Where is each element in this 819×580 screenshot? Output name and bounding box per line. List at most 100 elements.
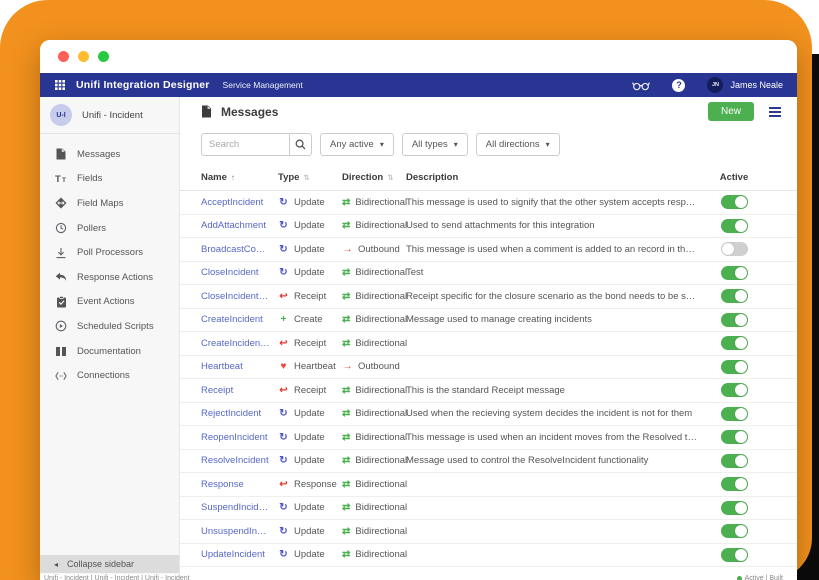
sidebar-item-label: Scheduled Scripts	[77, 321, 154, 332]
message-name-link[interactable]: CloseIncident	[201, 267, 274, 278]
active-toggle[interactable]	[721, 360, 748, 374]
active-toggle[interactable]	[721, 266, 748, 280]
table-row[interactable]: CloseIncidentReceipt ↩Receipt ⇄Bidirecti…	[180, 285, 797, 309]
sync-icon: ↻	[278, 549, 289, 560]
active-toggle[interactable]	[721, 430, 748, 444]
message-name-link[interactable]: CreateIncidentReceipt	[201, 338, 274, 349]
active-toggle[interactable]	[721, 219, 748, 233]
active-toggle[interactable]	[721, 336, 748, 350]
maximize-window-button[interactable]	[98, 51, 109, 62]
help-icon[interactable]: ?	[672, 79, 685, 92]
filter-bar: Any active▾ All types▾ All directions▾	[180, 125, 797, 164]
app-window: Unifi Integration Designer Service Manag…	[40, 40, 797, 580]
spectacles-icon[interactable]	[632, 80, 650, 91]
table-row[interactable]: Receipt ↩Receipt ⇄Bidirectional This is …	[180, 379, 797, 403]
message-name-link[interactable]: AcceptIncident	[201, 197, 274, 208]
messages-document-icon	[201, 105, 212, 118]
active-filter-dropdown[interactable]: Any active▾	[320, 133, 394, 156]
table-row[interactable]: AddAttachment ↻Update ⇄Bidirectional Use…	[180, 215, 797, 239]
table-row[interactable]: Response ↩Response ⇄Bidirectional	[180, 473, 797, 497]
hamburger-menu-icon[interactable]	[767, 105, 783, 119]
message-name-link[interactable]: CloseIncidentReceipt	[201, 291, 274, 302]
active-status-dot	[737, 576, 742, 580]
close-window-button[interactable]	[58, 51, 69, 62]
active-toggle[interactable]	[721, 477, 748, 491]
sidebar-item-fields[interactable]: TT Fields	[40, 167, 179, 192]
description-cell: This message is used to signify that the…	[406, 197, 707, 208]
service-management-tab[interactable]: Service Management	[223, 80, 303, 90]
table-row[interactable]: ReopenIncident ↻Update ⇄Bidirectional Th…	[180, 426, 797, 450]
message-name-link[interactable]: Response	[201, 479, 274, 490]
message-name-link[interactable]: CreateIncident	[201, 314, 274, 325]
search-button[interactable]	[289, 133, 312, 156]
sidebar-item-response-actions[interactable]: Response Actions	[40, 265, 179, 290]
sidebar-item-poll-processors[interactable]: Poll Processors	[40, 240, 179, 265]
message-name-link[interactable]: Heartbeat	[201, 361, 274, 372]
message-name-link[interactable]: Receipt	[201, 385, 274, 396]
table-row[interactable]: ResolveIncident ↻Update ⇄Bidirectional M…	[180, 450, 797, 474]
active-toggle[interactable]	[721, 383, 748, 397]
table-row[interactable]: SuspendIncident ↻Update ⇄Bidirectional	[180, 497, 797, 521]
workspace-avatar: U-I	[50, 104, 72, 126]
table-row[interactable]: CloseIncident ↻Update ⇄Bidirectional Tes…	[180, 262, 797, 286]
message-name-link[interactable]: UnsuspendIncident	[201, 526, 274, 537]
active-toggle[interactable]	[721, 289, 748, 303]
workspace-selector[interactable]: U-I Unifi - Incident	[40, 97, 179, 134]
window-titlebar	[40, 40, 797, 73]
sort-icon: ⇅	[303, 173, 309, 182]
active-toggle[interactable]	[721, 548, 748, 562]
swap-arrows-icon: ⇄	[342, 526, 350, 537]
type-cell: ↻Update	[278, 526, 338, 537]
column-header-direction[interactable]: Direction⇅	[342, 172, 402, 183]
new-button[interactable]: New	[708, 102, 754, 121]
table-row[interactable]: AcceptIncident ↻Update ⇄Bidirectional Th…	[180, 191, 797, 215]
messages-table: AcceptIncident ↻Update ⇄Bidirectional Th…	[180, 191, 797, 567]
message-name-link[interactable]: UpdateIncident	[201, 549, 274, 560]
active-toggle[interactable]	[721, 501, 748, 515]
direction-filter-dropdown[interactable]: All directions▾	[476, 133, 560, 156]
message-name-link[interactable]: SuspendIncident	[201, 502, 274, 513]
sidebar-item-event-actions[interactable]: Event Actions	[40, 290, 179, 315]
message-name-link[interactable]: ReopenIncident	[201, 432, 274, 443]
message-name-link[interactable]: AddAttachment	[201, 220, 274, 231]
page-title: Messages	[221, 105, 278, 119]
type-filter-dropdown[interactable]: All types▾	[402, 133, 468, 156]
active-toggle[interactable]	[721, 313, 748, 327]
message-name-link[interactable]: BroadcastComment	[201, 244, 274, 255]
status-bar: Unifi - Incident | Unifi - Incident | Un…	[40, 574, 797, 580]
table-row[interactable]: Heartbeat ♥Heartbeat →Outbound	[180, 356, 797, 380]
sidebar-item-label: Messages	[77, 149, 120, 160]
table-row[interactable]: UpdateIncident ↻Update ⇄Bidirectional	[180, 544, 797, 568]
sidebar-item-label: Event Actions	[77, 296, 135, 307]
active-toggle[interactable]	[721, 407, 748, 421]
active-toggle[interactable]	[721, 524, 748, 538]
column-header-name[interactable]: Name↑	[201, 172, 274, 183]
sidebar-item-scheduled-scripts[interactable]: Scheduled Scripts	[40, 314, 179, 339]
table-row[interactable]: BroadcastComment ↻Update →Outbound This …	[180, 238, 797, 262]
sidebar-item-connections[interactable]: Connections	[40, 363, 179, 388]
active-toggle[interactable]	[721, 195, 748, 209]
status-bar-left: Unifi - Incident | Unifi - Incident | Un…	[44, 574, 190, 580]
message-name-link[interactable]: RejectIncident	[201, 408, 274, 419]
table-row[interactable]: RejectIncident ↻Update ⇄Bidirectional Us…	[180, 403, 797, 427]
sidebar-item-messages[interactable]: Messages	[40, 142, 179, 167]
search-input[interactable]	[201, 133, 289, 156]
direction-cell: ⇄Bidirectional	[342, 549, 402, 560]
column-header-type[interactable]: Type⇅	[278, 172, 338, 183]
table-row[interactable]: CreateIncident +Create ⇄Bidirectional Me…	[180, 309, 797, 333]
active-toggle[interactable]	[721, 454, 748, 468]
sidebar-item-field-maps[interactable]: Field Maps	[40, 191, 179, 216]
svg-text:T: T	[62, 177, 66, 184]
user-avatar[interactable]: JN	[707, 77, 723, 93]
user-name[interactable]: James Neale	[730, 80, 783, 90]
apps-grid-icon[interactable]	[55, 80, 65, 90]
sidebar-item-pollers[interactable]: Pollers	[40, 216, 179, 241]
table-row[interactable]: UnsuspendIncident ↻Update ⇄Bidirectional	[180, 520, 797, 544]
table-row[interactable]: CreateIncidentReceipt ↩Receipt ⇄Bidirect…	[180, 332, 797, 356]
direction-cell: ⇄Bidirectional	[342, 526, 402, 537]
sidebar-item-documentation[interactable]: Documentation	[40, 339, 179, 364]
message-name-link[interactable]: ResolveIncident	[201, 455, 274, 466]
minimize-window-button[interactable]	[78, 51, 89, 62]
active-toggle[interactable]	[721, 242, 748, 256]
collapse-sidebar-button[interactable]: ◂ Collapse sidebar	[40, 555, 179, 573]
